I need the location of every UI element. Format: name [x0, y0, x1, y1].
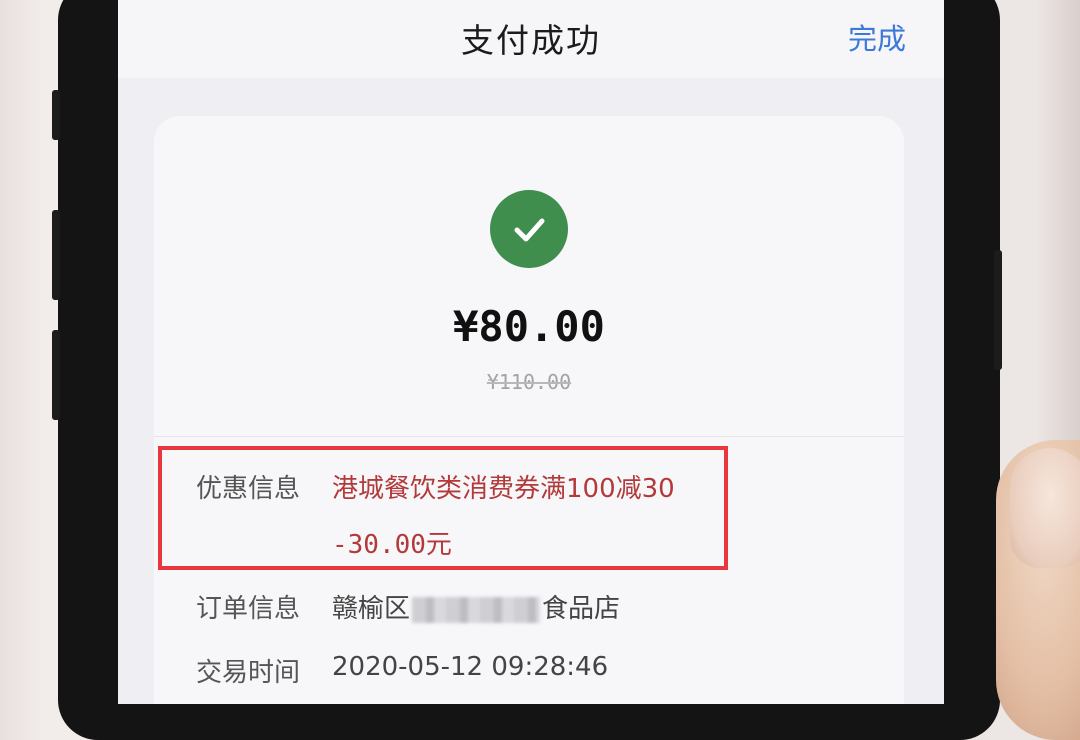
- summary-divider: [154, 436, 904, 437]
- paid-amount: ¥80.00: [453, 302, 605, 351]
- navigation-bar: 支付成功 完成: [118, 0, 944, 78]
- check-icon: [514, 218, 545, 242]
- page-title: 支付成功: [461, 21, 601, 60]
- phone-side-button: [52, 90, 60, 140]
- payment-summary: ¥80.00 ¥110.00: [154, 116, 904, 438]
- merchant-name-prefix: 赣榆区: [332, 594, 411, 624]
- done-button[interactable]: 完成: [848, 16, 906, 58]
- transaction-time-value: 2020-05-12 09:28:46: [332, 652, 609, 682]
- phone-volume-up-button: [52, 210, 60, 300]
- fingernail: [1010, 448, 1080, 568]
- order-info-label: 订单信息: [196, 594, 301, 624]
- payment-success-screen: 支付成功 完成 ¥80.00 ¥110.00 优惠信息 港城餐饮类消费券满100…: [118, 0, 944, 704]
- original-amount: ¥110.00: [486, 370, 572, 394]
- phone-power-button: [994, 250, 1002, 370]
- redacted-merchant-text: [412, 596, 541, 623]
- phone-volume-down-button: [52, 330, 60, 420]
- discount-highlight-annotation: [158, 446, 728, 570]
- merchant-name-suffix: 食品店: [542, 594, 621, 624]
- transaction-time-label: 交易时间: [196, 658, 301, 688]
- success-check-icon: [490, 190, 568, 268]
- merchant-name: 赣榆区 食品店: [332, 588, 620, 625]
